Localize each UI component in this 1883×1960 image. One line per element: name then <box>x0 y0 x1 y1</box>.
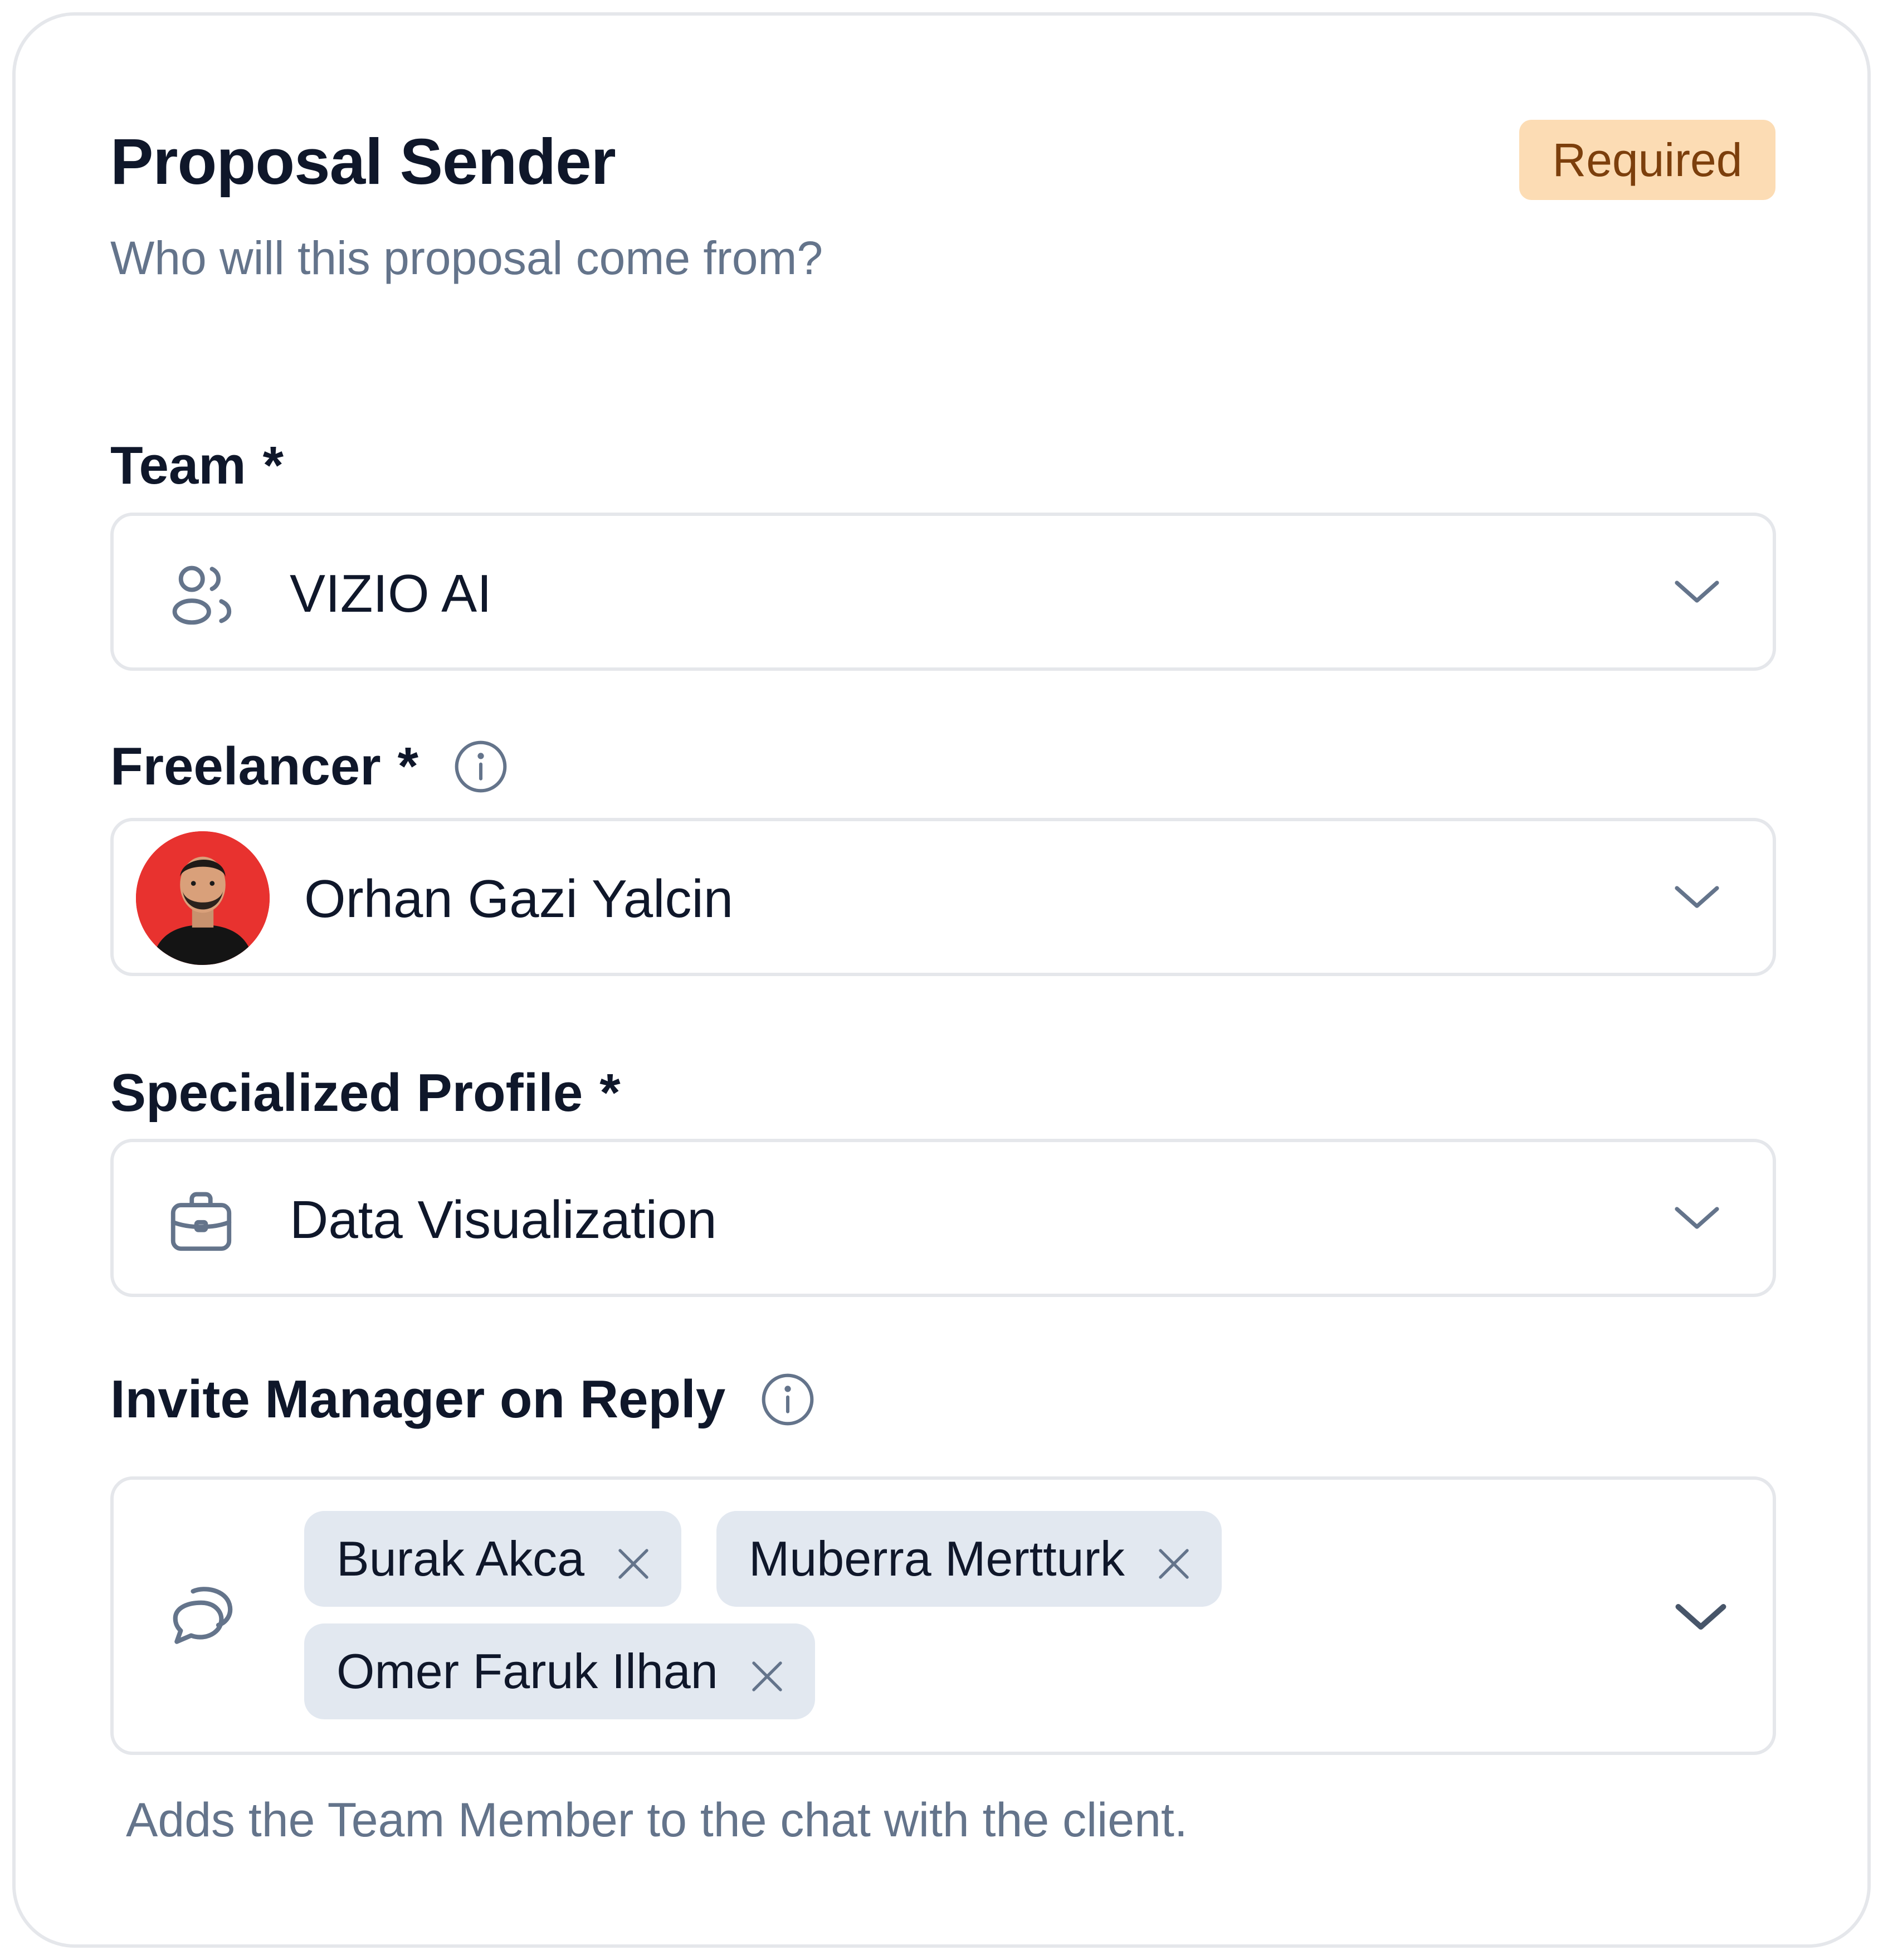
info-icon[interactable] <box>452 738 510 796</box>
avatar <box>136 831 270 965</box>
briefcase-icon <box>164 1183 238 1261</box>
team-select[interactable]: VIZIO AI <box>110 513 1776 671</box>
freelancer-label-text: Freelancer <box>110 737 381 796</box>
chevron-down-icon[interactable] <box>1670 574 1724 612</box>
card-title: Proposal Sender <box>110 125 616 198</box>
freelancer-select[interactable]: Orhan Gazi Yalcin <box>110 818 1776 976</box>
required-asterisk: * <box>262 436 284 495</box>
chat-bubbles-icon <box>164 1577 242 1657</box>
chevron-down-icon[interactable] <box>1670 1200 1724 1239</box>
invite-manager-helper-text: Adds the Team Member to the chat with th… <box>126 1793 1188 1847</box>
info-icon[interactable] <box>759 1371 817 1428</box>
close-icon[interactable] <box>613 1539 653 1579</box>
required-badge: Required <box>1519 120 1775 200</box>
chip-burak-akca: Burak Akca <box>304 1511 682 1607</box>
chip-omer-faruk-ilhan: Omer Faruk Ilhan <box>304 1623 815 1719</box>
specialized-profile-value: Data Visualization <box>290 1190 717 1250</box>
close-icon[interactable] <box>747 1651 787 1691</box>
specialized-profile-select[interactable]: Data Visualization <box>110 1139 1776 1297</box>
invite-manager-label-text: Invite Manager on Reply <box>110 1369 726 1429</box>
invite-manager-label: Invite Manager on Reply <box>110 1366 817 1433</box>
chip-muberra-mertturk: Muberra Mertturk <box>716 1511 1222 1607</box>
required-asterisk: * <box>397 737 418 796</box>
chevron-down-icon[interactable] <box>1670 1597 1731 1640</box>
team-label-text: Team <box>110 436 246 495</box>
team-value: VIZIO AI <box>290 564 492 623</box>
close-icon[interactable] <box>1154 1539 1194 1579</box>
specialized-profile-label-text: Specialized Profile <box>110 1063 583 1123</box>
required-asterisk: * <box>599 1063 621 1123</box>
card-subtitle: Who will this proposal come from? <box>110 232 823 284</box>
specialized-profile-label: Specialized Profile * <box>110 1060 621 1127</box>
invite-manager-multiselect[interactable]: Burak Akca Muberra Mertturk Omer Faruk I… <box>110 1476 1776 1755</box>
team-label: Team * <box>110 432 284 499</box>
chip-label: Burak Akca <box>336 1531 585 1586</box>
chip-label: Muberra Mertturk <box>749 1531 1125 1586</box>
chip-label: Omer Faruk Ilhan <box>336 1644 718 1699</box>
chevron-down-icon[interactable] <box>1670 879 1724 918</box>
users-icon <box>164 557 238 635</box>
freelancer-label: Freelancer * <box>110 733 510 800</box>
freelancer-value: Orhan Gazi Yalcin <box>304 869 734 929</box>
